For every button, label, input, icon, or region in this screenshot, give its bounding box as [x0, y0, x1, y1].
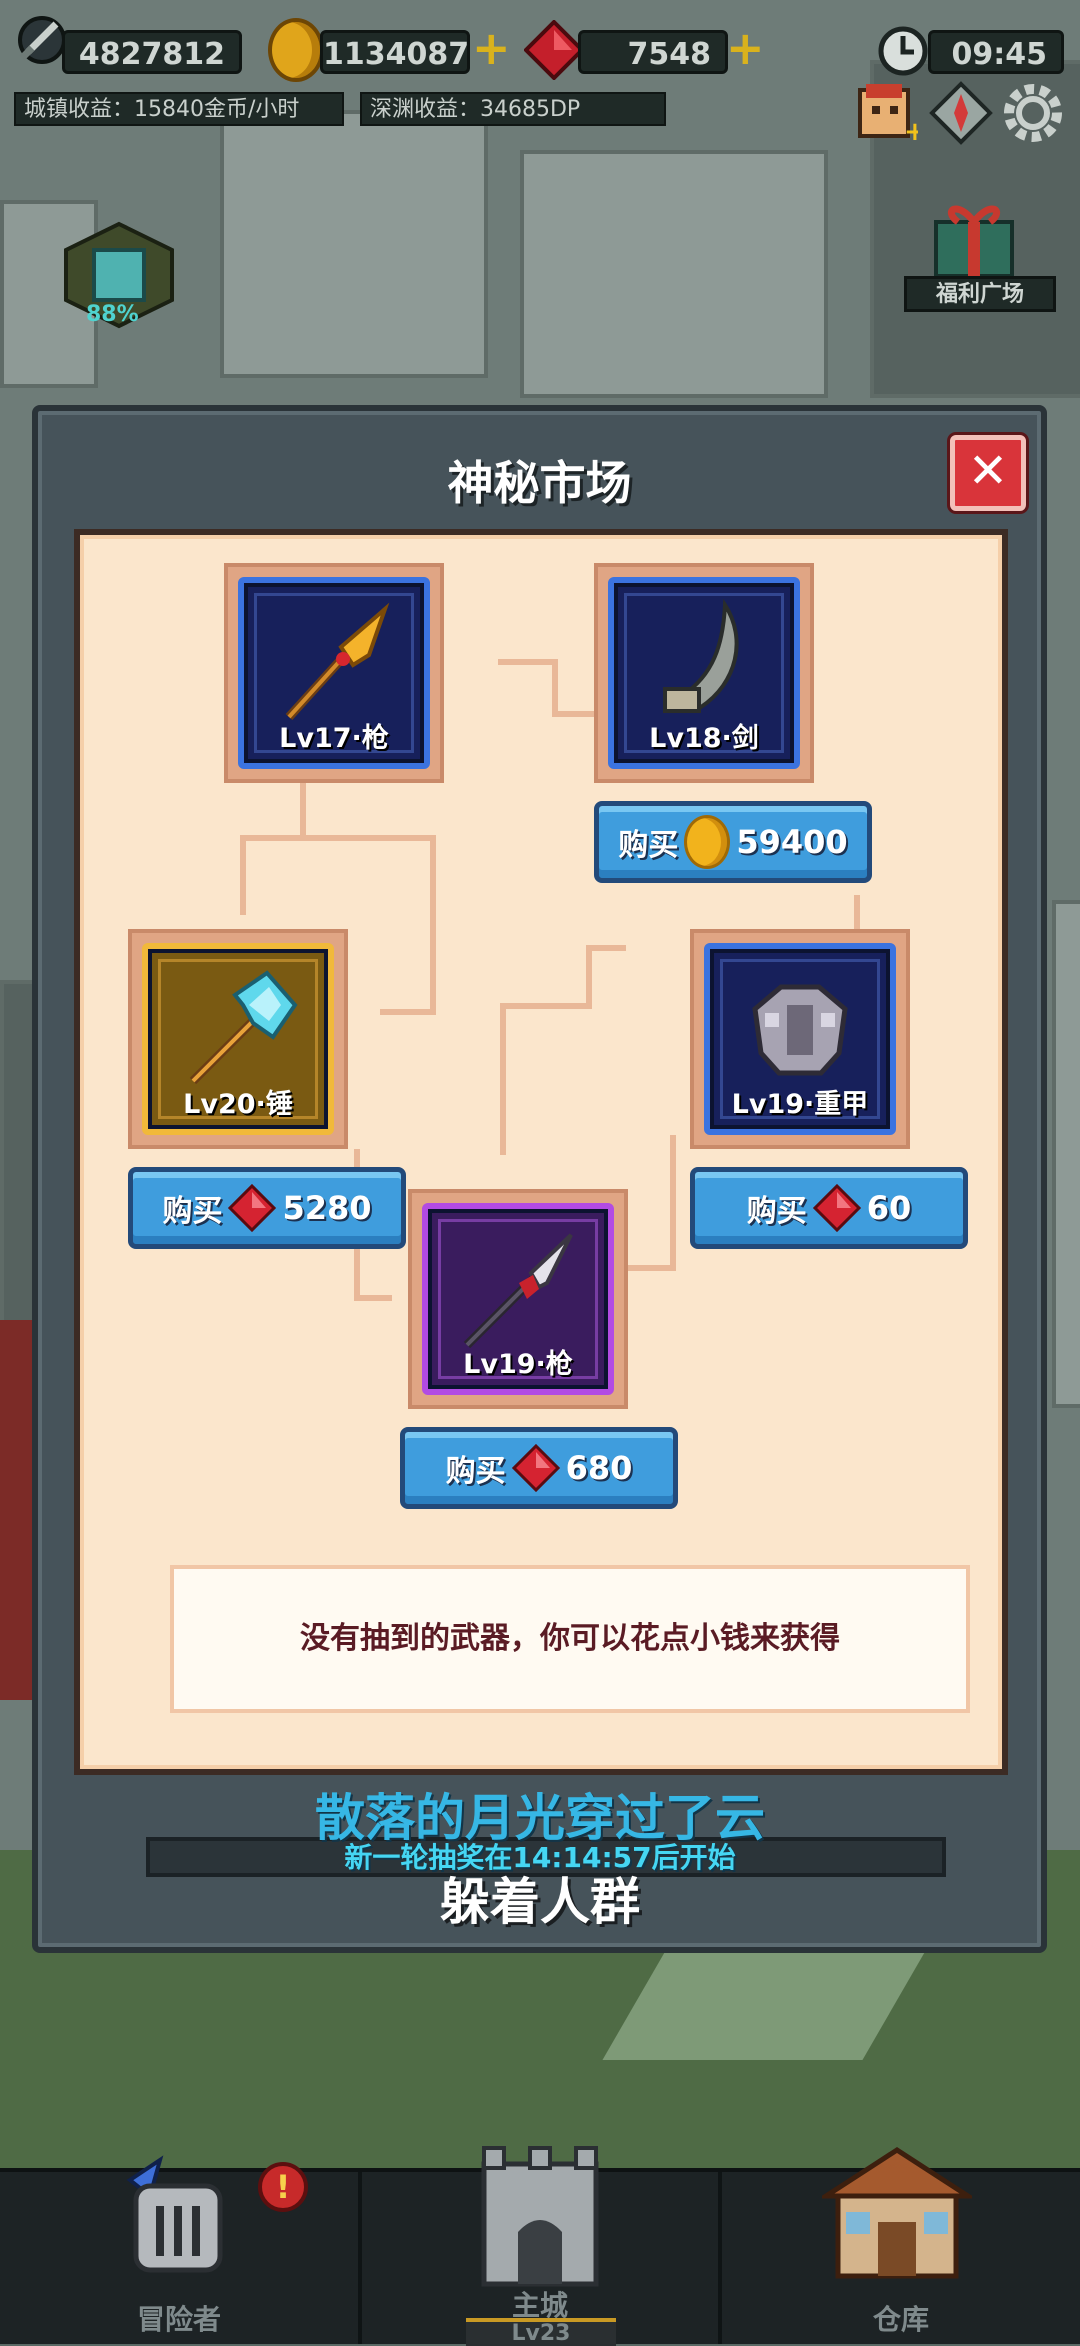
bottom-navigation: ! 冒险者 主城 Lv23 仓库	[0, 2146, 1080, 2346]
buy-button-item-5[interactable]: 购买 680	[400, 1427, 678, 1509]
svg-text:+: +	[904, 117, 918, 146]
market-hint: 没有抽到的武器，你可以花点小钱来获得	[170, 1565, 970, 1713]
buy-label: 购买	[445, 1454, 506, 1489]
market-panel: Lv17·枪 Lv18·剑 购买 59400 Lv20·锤 购买 5280 Lv…	[74, 529, 1008, 1775]
avatar[interactable]: +	[852, 80, 926, 147]
buy-label: 购买	[618, 828, 679, 863]
buy-label: 购买	[162, 1194, 223, 1229]
gem-icon	[523, 19, 585, 81]
lyric-line-2: 躲着人群	[440, 1873, 640, 1931]
item-card[interactable]: Lv19·枪	[422, 1203, 614, 1395]
item-slot-4[interactable]: Lv19·重甲	[690, 929, 910, 1149]
item-card[interactable]: Lv18·剑	[608, 577, 800, 769]
item-slot-1[interactable]: Lv17·枪	[224, 563, 444, 783]
item-slot-5[interactable]: Lv19·枪	[408, 1189, 628, 1409]
item-card[interactable]: Lv20·锤	[142, 943, 334, 1135]
main-city-level-badge: Lv23	[466, 2318, 616, 2346]
welfare-plaza-label[interactable]: 福利广场	[904, 276, 1056, 312]
knight-helmet-icon	[100, 2150, 250, 2294]
buy-price: 60	[866, 1189, 912, 1227]
alert-badge: !	[258, 2162, 308, 2212]
red-spear-icon	[453, 1225, 583, 1359]
nav-adventurer-label: 冒险者	[136, 2303, 221, 2336]
clock-icon	[876, 24, 930, 78]
buy-label: 购买	[746, 1194, 807, 1229]
ice-axe-icon	[173, 965, 303, 1099]
nav-warehouse[interactable]: 仓库	[722, 2147, 1080, 2344]
warehouse-icon	[817, 2146, 977, 2290]
close-icon: ✕	[967, 443, 1009, 499]
gem-icon	[228, 1183, 277, 1233]
dialog-title: 神秘市场	[447, 456, 632, 510]
add-coins-button[interactable]: +	[472, 25, 511, 71]
item-label: Lv19·枪	[463, 1349, 573, 1380]
heavy-armor-icon	[735, 965, 865, 1099]
clock-time: 09:45	[928, 30, 1064, 74]
buy-price: 5280	[282, 1189, 372, 1227]
coin-counter: 1134087	[320, 30, 470, 74]
abyss-income: 深渊收益：34685DP	[360, 92, 666, 126]
gem-icon	[511, 1443, 560, 1493]
item-slot-2[interactable]: Lv18·剑	[594, 563, 814, 783]
nav-main-city[interactable]: 主城 Lv23	[362, 2146, 718, 2346]
power-counter: 4827812	[62, 30, 242, 74]
gem-icon	[812, 1183, 861, 1233]
mystery-market-dialog: 神秘市场 ✕ Lv17·枪 Lv18·剑 购买 59400 Lv20·锤 购买 …	[32, 405, 1047, 1953]
golden-spear-icon	[269, 599, 399, 733]
building-progress-label: 88%	[86, 302, 139, 327]
buy-price: 59400	[736, 823, 848, 861]
nav-adventurer[interactable]: ! 冒险者	[0, 2155, 358, 2344]
item-label: Lv18·剑	[649, 723, 759, 754]
item-label: Lv20·锤	[183, 1089, 293, 1120]
add-gems-button[interactable]: +	[726, 25, 765, 71]
compass-icon[interactable]	[928, 80, 994, 146]
curved-blade-icon	[639, 598, 769, 733]
buy-button-item-3[interactable]: 购买 5280	[128, 1167, 406, 1249]
coin-icon	[684, 815, 731, 869]
item-card[interactable]: Lv17·枪	[238, 577, 430, 769]
coin-icon	[268, 18, 324, 82]
close-button[interactable]: ✕	[950, 435, 1026, 511]
gear-icon[interactable]	[1000, 80, 1066, 146]
buy-button-item-2[interactable]: 购买 59400	[594, 801, 872, 883]
buy-button-item-4[interactable]: 购买 60	[690, 1167, 968, 1249]
item-label: Lv17·枪	[279, 723, 389, 754]
gem-counter: 7548	[578, 30, 728, 74]
buy-price: 680	[565, 1449, 633, 1487]
gift-icon[interactable]	[928, 196, 1020, 280]
item-card[interactable]: Lv19·重甲	[704, 943, 896, 1135]
nav-warehouse-label: 仓库	[872, 2303, 929, 2336]
item-label: Lv19·重甲	[731, 1089, 869, 1120]
town-income: 城镇收益：15840金币/小时	[14, 92, 344, 126]
castle-icon	[470, 2142, 610, 2296]
item-slot-3[interactable]: Lv20·锤	[128, 929, 348, 1149]
